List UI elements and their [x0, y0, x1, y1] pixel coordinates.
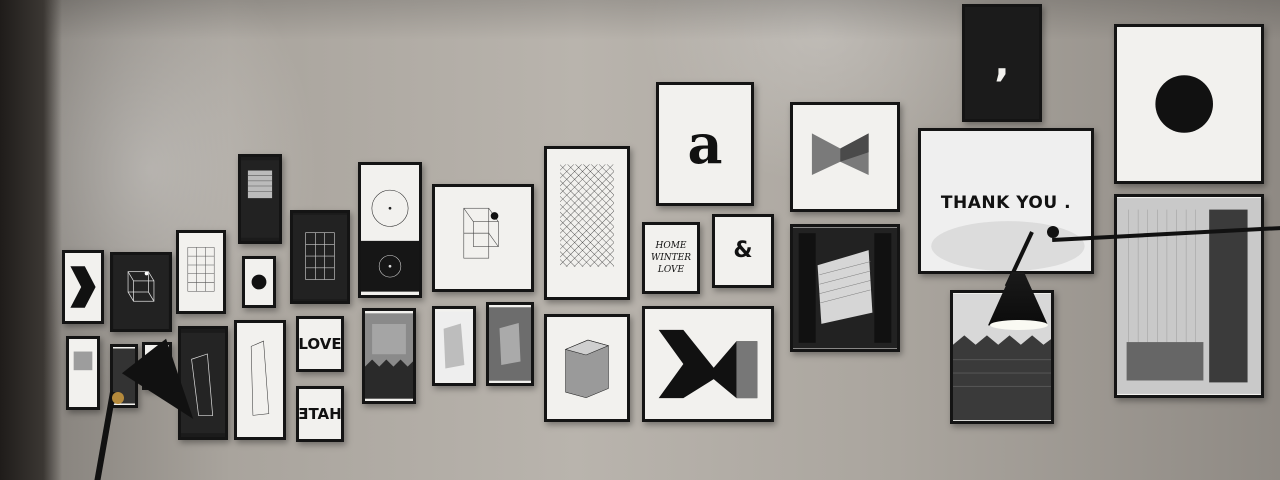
frame-grey-panel-dark: [486, 302, 534, 386]
frame-small-grey: [66, 336, 100, 410]
love-text: LOVE: [298, 334, 342, 353]
frame-circle-split: [358, 162, 422, 298]
frame-ampersand: &: [712, 214, 774, 288]
grid-art: [179, 235, 223, 309]
frame-hex-prism: [544, 314, 630, 422]
ceiling-shadow: [0, 0, 1280, 40]
hex-prism-art: [547, 317, 627, 419]
frame-grey-panel: [432, 306, 476, 386]
letter-a-text: a: [687, 112, 723, 176]
frame-dark-stripes-top: [238, 154, 282, 244]
white-line-art: [237, 326, 283, 434]
home-line-3: LOVE: [657, 264, 685, 275]
frame-hatch: [544, 146, 630, 300]
wire-cube-art: [113, 255, 169, 329]
frame-white-line: [234, 320, 286, 440]
striped-photo: [1117, 198, 1261, 394]
frame-mountains: [362, 308, 416, 404]
wire-cube-large-art: [435, 187, 531, 289]
frame-letter-a: a: [656, 82, 754, 206]
grey-dark-panel-art: [489, 307, 531, 381]
frame-striped-photo: [1114, 194, 1264, 398]
ampersand-text: &: [733, 238, 753, 263]
hatch-art: [547, 151, 627, 295]
frame-bowtie: [790, 102, 900, 212]
thank-you-text: THANK YOU .: [940, 193, 1072, 213]
frame-home-winter-love: HOME WINTER LOVE: [642, 222, 700, 294]
frame-black-circle: [1114, 24, 1264, 184]
hate-text: HATE: [298, 404, 342, 423]
chevron-art: [65, 255, 101, 319]
frame-hate: HATE: [296, 386, 344, 442]
comma-text: ,: [994, 40, 1010, 86]
right-lamp-joint: [1047, 226, 1059, 238]
frame-chevron: [62, 250, 104, 324]
photo-scene: DREAM LOVE HATE: [0, 0, 1280, 480]
black-circle-art: [1117, 27, 1261, 181]
frame-dark-cube: [110, 252, 172, 332]
split-circle-art: [361, 168, 419, 292]
frame-m-shape: [642, 306, 774, 422]
m-shape-art: [645, 309, 771, 419]
home-line-1: HOME: [655, 240, 687, 251]
frame-wire-cube-large: [432, 184, 534, 292]
frame-photo-curtain: [790, 224, 900, 352]
curtain-photo: [793, 227, 897, 349]
circle-art: [245, 260, 273, 304]
home-winter-love-text: HOME WINTER LOVE: [651, 231, 691, 285]
frame-thank-you: THANK YOU .: [918, 128, 1094, 274]
frame-dark-grid: [290, 210, 350, 304]
home-line-2: WINTER: [650, 252, 692, 263]
right-lamp-bulb-glow: [990, 320, 1048, 330]
grey-panel-art: [435, 311, 473, 381]
mountain-art: [365, 313, 413, 399]
frame-grid-white: [176, 230, 226, 314]
frame-love: LOVE: [296, 316, 344, 372]
stripes-art: [241, 160, 279, 238]
dark-grid-art: [293, 214, 347, 300]
left-lamp-joint: [112, 392, 124, 404]
frame-comma: ,: [962, 4, 1042, 122]
grey-square-art: [69, 340, 97, 406]
frame-black-dot: [242, 256, 276, 308]
left-wall-shadow: [0, 0, 62, 480]
bowtie-art: [793, 105, 897, 209]
